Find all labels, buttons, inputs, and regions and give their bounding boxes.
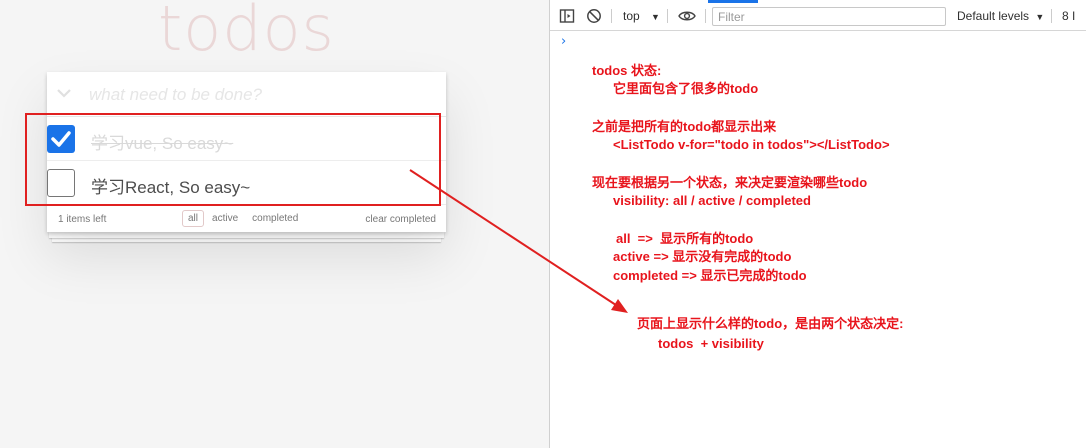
filter-completed[interactable]: completed (246, 210, 304, 227)
note-line: <ListTodo v-for="todo in todos"></ListTo… (613, 137, 890, 152)
todo-footer: 1 items left all active completed clear … (47, 206, 446, 232)
block-icon (587, 9, 601, 23)
note-line: todos 状态: (592, 63, 662, 78)
console-prompt[interactable]: › (561, 34, 566, 49)
dropdown-arrow-icon: ▼ (1035, 12, 1045, 22)
filter-active[interactable]: active (206, 210, 244, 227)
issues-counter[interactable]: 8 I (1062, 7, 1075, 25)
new-todo-row (47, 72, 446, 117)
context-label: top (623, 9, 640, 23)
note-line: 它里面包含了很多的todo (613, 81, 759, 96)
eye-icon (678, 11, 696, 21)
live-expression-eye-icon[interactable] (678, 7, 696, 25)
clear-console-icon[interactable] (586, 7, 602, 25)
toolbar-divider (705, 9, 706, 23)
items-left-count: 1 items left (58, 214, 107, 225)
note-line: 现在要根据另一个状态，来决定要渲染哪些todo (592, 175, 868, 190)
context-select[interactable]: top ▼ (623, 7, 660, 25)
sidebar-toggle-icon[interactable] (559, 7, 575, 25)
note-line: 之前是把所有的todo都显示出来 (592, 119, 777, 134)
new-todo-input[interactable] (89, 84, 429, 106)
toolbar-divider (1051, 9, 1052, 23)
note-line: 页面上显示什么样的todo，是由两个状态决定: (637, 316, 904, 331)
todo-app-pane: todos 学习vue, So easy~ 学习React, So easy~ (0, 0, 549, 448)
note-line: visibility: all / active / completed (613, 193, 811, 208)
dropdown-arrow-icon: ▼ (651, 12, 660, 22)
filter-all[interactable]: all (182, 210, 205, 227)
sidebar-icon (559, 9, 575, 23)
annotation-highlight-box (25, 113, 441, 206)
clear-completed-button[interactable]: clear completed (365, 214, 436, 225)
app-title: todos (158, 0, 335, 65)
toolbar-divider (611, 9, 612, 23)
note-line: completed => 显示已完成的todo (613, 268, 807, 283)
console-toolbar: top ▼ Default levels ▼ 8 I (550, 3, 1086, 31)
console-filter-input[interactable] (712, 7, 946, 26)
note-line: all => 显示所有的todo (616, 231, 754, 246)
note-line: active => 显示没有完成的todo (613, 249, 792, 264)
note-line: todos + visibility (658, 336, 764, 351)
toolbar-divider (667, 9, 668, 23)
filter-list: all active completed (182, 210, 304, 227)
chevron-down-icon (57, 89, 71, 98)
log-levels-label: Default levels (957, 9, 1030, 23)
log-levels-select[interactable]: Default levels ▼ (957, 7, 1044, 25)
toggle-all-chevron-icon[interactable] (55, 84, 73, 102)
card-stack-shadow (49, 232, 444, 238)
